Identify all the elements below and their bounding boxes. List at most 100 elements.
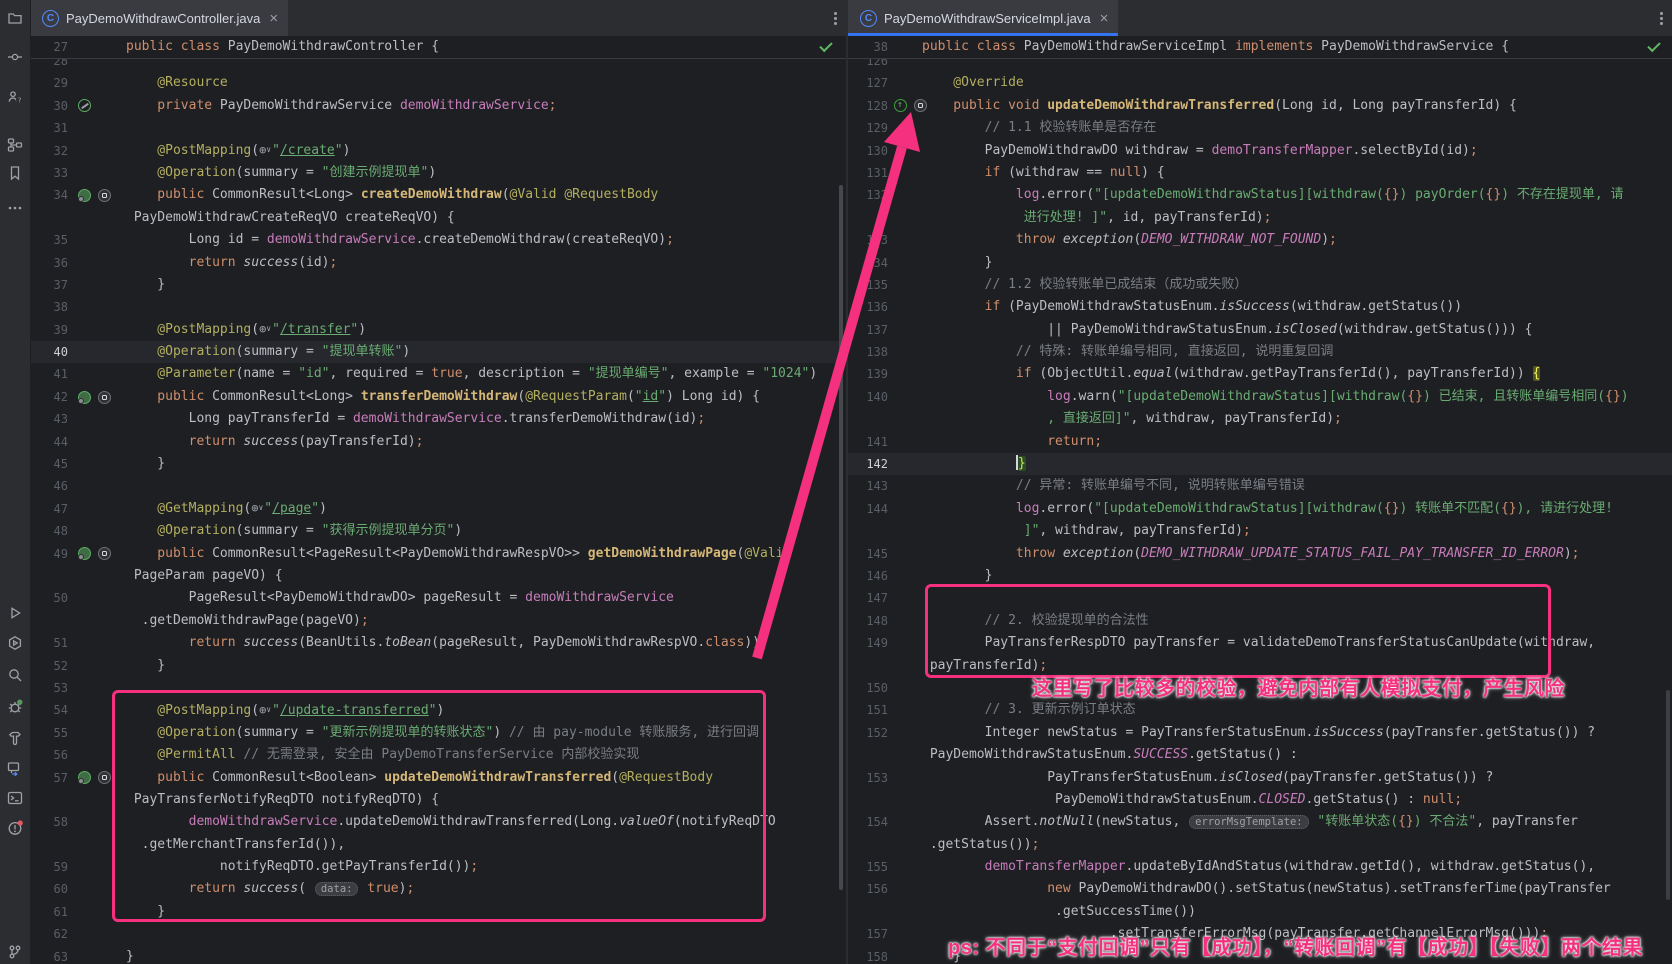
code-line[interactable]: 52 } [30, 655, 846, 677]
code-line[interactable]: 154 Assert.notNull(newStatus, errorMsgTe… [848, 811, 1672, 833]
code-line[interactable]: payTransferId); [848, 655, 1672, 677]
inspections-ok-icon[interactable] [1648, 42, 1662, 54]
build-icon[interactable] [7, 730, 23, 746]
code-line[interactable]: 61 } [30, 901, 846, 923]
code-line[interactable]: 144 log.error("[updateDemoWithdrawStatus… [848, 498, 1672, 520]
code-line[interactable]: 133 throw exception(DEMO_WITHDRAW_NOT_FO… [848, 229, 1672, 251]
code-line[interactable]: 50 PageResult<PayDemoWithdrawDO> pageRes… [30, 587, 846, 609]
code-line[interactable]: 147 [848, 587, 1672, 609]
code-line[interactable]: 134 } [848, 252, 1672, 274]
run-icon[interactable] [7, 605, 23, 621]
remote-dev-icon[interactable] [7, 761, 23, 777]
project-icon[interactable] [7, 10, 23, 26]
tab-service-impl-file[interactable]: C PayDemoWithdrawServiceImpl.java × [848, 0, 1118, 36]
code-line[interactable]: 136 if (PayDemoWithdrawStatusEnum.isSucc… [848, 296, 1672, 318]
leaf-gutter-icon[interactable] [78, 547, 91, 560]
tab-options-icon[interactable] [825, 6, 846, 31]
code-line[interactable]: 29 @Resource [30, 72, 846, 94]
commit-icon[interactable] [7, 49, 23, 65]
code-line[interactable]: .getDemoWithdrawPage(pageVO); [30, 610, 846, 632]
code-line[interactable]: 49 public CommonResult<PageResult<PayDem… [30, 543, 846, 565]
code-line[interactable]: 140 log.warn("[updateDemoWithdrawStatus]… [848, 386, 1672, 408]
code-line[interactable]: 40 @Operation(summary = "提现单转账") [30, 341, 846, 363]
code-line[interactable]: 127 @Override [848, 72, 1672, 94]
code-line[interactable]: 130 PayDemoWithdrawDO withdraw = demoTra… [848, 140, 1672, 162]
scrollbar-thumb[interactable] [839, 185, 843, 890]
code-line[interactable]: 149 PayTransferRespDTO payTransfer = val… [848, 632, 1672, 654]
code-line[interactable]: 51 return success(BeanUtils.toBean(pageR… [30, 632, 846, 654]
tab-controller-file[interactable]: C PayDemoWithdrawController.java × [30, 0, 288, 36]
code-line[interactable]: 53 [30, 677, 846, 699]
more-tool-windows-icon[interactable] [7, 200, 23, 216]
code-line[interactable]: 33 @Operation(summary = "创建示例提现单") [30, 162, 846, 184]
code-line[interactable]: 45 } [30, 453, 846, 475]
pull-requests-icon[interactable]: ? [7, 89, 23, 105]
code-line[interactable]: 38 [30, 296, 846, 318]
api-gutter-icon[interactable] [98, 771, 111, 784]
code-line[interactable]: 143 // 异常: 转账单编号不同, 说明转账单编号错误 [848, 475, 1672, 497]
code-line[interactable]: 148 // 2. 校验提现单的合法性 [848, 610, 1672, 632]
code-line[interactable]: 37 } [30, 274, 846, 296]
code-line[interactable]: PayTransferNotifyReqDTO notifyReqDTO) { [30, 789, 846, 811]
close-icon[interactable]: × [1100, 10, 1109, 27]
editor-left[interactable]: C PayDemoWithdrawController.java × 27pub… [30, 0, 846, 964]
code-line[interactable]: ]", withdraw, payTransferId); [848, 520, 1672, 542]
code-line[interactable]: 进行处理! ]", id, payTransferId); [848, 207, 1672, 229]
problems-icon[interactable] [7, 820, 23, 836]
code-line[interactable]: 135 // 1.2 校验转账单已成结束（成功或失败） [848, 274, 1672, 296]
code-line[interactable]: 31 [30, 117, 846, 139]
code-line[interactable]: 32 @PostMapping(⊕∨"/create") [30, 140, 846, 162]
code-line[interactable]: .getMerchantTransferId()), [30, 834, 846, 856]
code-line[interactable]: 152 Integer newStatus = PayTransferStatu… [848, 722, 1672, 744]
code-area[interactable]: 126127 @Override128 public void updateDe… [848, 50, 1672, 964]
code-area[interactable]: 2829 @Resource30 private PayDemoWithdraw… [30, 50, 846, 964]
code-line[interactable]: 141 return; [848, 431, 1672, 453]
code-line[interactable]: 150 [848, 677, 1672, 699]
inspections-ok-icon[interactable] [820, 42, 834, 54]
code-line[interactable]: 48 @Operation(summary = "获得示例提现单分页") [30, 520, 846, 542]
code-line[interactable]: 43 Long payTransferId = demoWithdrawServ… [30, 408, 846, 430]
code-line[interactable]: 142 } [848, 453, 1672, 475]
code-line[interactable]: 145 throw exception(DEMO_WITHDRAW_UPDATE… [848, 543, 1672, 565]
code-line[interactable]: 60 return success( data: true); [30, 878, 846, 900]
editor-right[interactable]: C PayDemoWithdrawServiceImpl.java × 38pu… [848, 0, 1672, 964]
structure-icon[interactable] [7, 137, 23, 153]
code-line[interactable]: 155 demoTransferMapper.updateByIdAndStat… [848, 856, 1672, 878]
code-line[interactable]: 58 demoWithdrawService.updateDemoWithdra… [30, 811, 846, 833]
leaf-gutter-icon[interactable] [78, 771, 91, 784]
code-line[interactable]: PayDemoWithdrawCreateReqVO createReqVO) … [30, 207, 846, 229]
code-line[interactable]: 59 notifyReqDTO.getPayTransferId()); [30, 856, 846, 878]
code-line[interactable]: 131 if (withdraw == null) { [848, 162, 1672, 184]
code-line[interactable]: 129 // 1.1 校验转账单是否存在 [848, 117, 1672, 139]
close-icon[interactable]: × [269, 10, 278, 27]
code-line[interactable]: 151 // 3. 更新示例订单状态 [848, 699, 1672, 721]
code-line[interactable]: 39 @PostMapping(⊕∨"/transfer") [30, 319, 846, 341]
code-line[interactable]: 34 public CommonResult<Long> createDemoW… [30, 184, 846, 206]
code-line[interactable]: 146 } [848, 565, 1672, 587]
api-gutter-icon[interactable] [98, 189, 111, 202]
api-gutter-icon[interactable] [98, 547, 111, 560]
code-line[interactable]: 139 if (ObjectUtil.equal(withdraw.getPay… [848, 363, 1672, 385]
bean-gutter-icon[interactable] [78, 99, 91, 112]
code-line[interactable]: 62 [30, 923, 846, 945]
code-line[interactable]: PageParam pageVO) { [30, 565, 846, 587]
editor-splitter[interactable] [846, 0, 848, 964]
code-line[interactable]: 46 [30, 475, 846, 497]
code-line[interactable]: , 直接返回]", withdraw, payTransferId); [848, 408, 1672, 430]
code-line[interactable]: PayDemoWithdrawStatusEnum.SUCCESS.getSta… [848, 744, 1672, 766]
tab-options-icon[interactable] [1651, 6, 1672, 31]
code-line[interactable]: 156 new PayDemoWithdrawDO().setStatus(ne… [848, 878, 1672, 900]
services-icon[interactable] [7, 635, 23, 651]
code-line[interactable]: 57 public CommonResult<Boolean> updateDe… [30, 767, 846, 789]
bookmarks-icon[interactable] [7, 165, 23, 181]
leaf-gutter-icon[interactable] [78, 189, 91, 202]
search-icon[interactable] [7, 667, 23, 683]
ovr-gutter-icon[interactable] [894, 99, 907, 112]
code-line[interactable]: 42 public CommonResult<Long> transferDem… [30, 386, 846, 408]
code-line[interactable]: 54 @PostMapping(⊕∨"/update-transferred") [30, 699, 846, 721]
code-line[interactable]: 44 return success(payTransferId); [30, 431, 846, 453]
code-line[interactable]: PayDemoWithdrawStatusEnum.CLOSED.getStat… [848, 789, 1672, 811]
code-line[interactable]: 138 // 特殊: 转账单编号相同, 直接返回, 说明重复回调 [848, 341, 1672, 363]
code-line[interactable]: 132 log.error("[updateDemoWithdrawStatus… [848, 184, 1672, 206]
debug-icon[interactable] [7, 699, 23, 715]
